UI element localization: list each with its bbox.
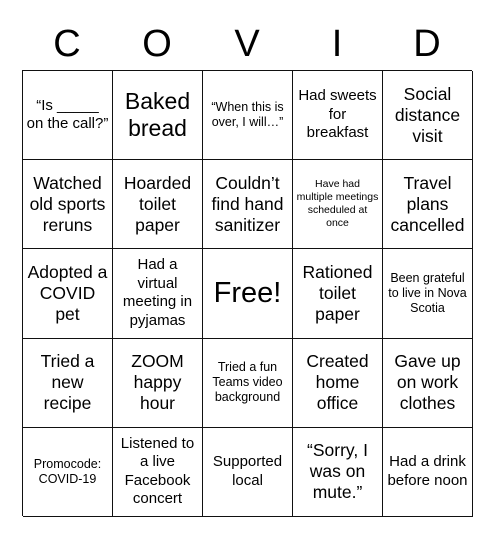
bingo-cell-label: “When this is over, I will…” bbox=[211, 100, 284, 130]
bingo-cell[interactable]: Adopted a COVID pet bbox=[23, 249, 113, 339]
bingo-cell-label: Created home office bbox=[306, 351, 369, 414]
bingo-cell-label: Promocode: COVID-19 bbox=[33, 456, 102, 486]
bingo-cell-label: Gave up on work clothes bbox=[394, 351, 461, 414]
bingo-cell[interactable]: ZOOM happy hour bbox=[113, 338, 203, 428]
bingo-cell-label: Supported local bbox=[212, 453, 283, 489]
bingo-cell-label: Rationed toilet paper bbox=[302, 261, 373, 324]
bingo-cell-label: Couldn’t find hand sanitizer bbox=[211, 172, 284, 235]
bingo-card: C O V I D “Is _____ on the call?” Baked … bbox=[0, 0, 500, 544]
bingo-cell[interactable]: Supported local bbox=[203, 427, 293, 517]
bingo-grid: “Is _____ on the call?” Baked bread “Whe… bbox=[22, 70, 473, 517]
bingo-cell-label: Tried a new recipe bbox=[40, 351, 95, 414]
bingo-cell-label: Have had multiple meetings scheduled at … bbox=[296, 178, 379, 230]
bingo-cell-label: Had a virtual meeting in pyjamas bbox=[122, 256, 193, 329]
bingo-cell[interactable]: Tried a fun Teams video background bbox=[203, 338, 293, 428]
bingo-cell-label: Travel plans cancelled bbox=[390, 172, 465, 235]
bingo-cell[interactable]: “When this is over, I will…” bbox=[203, 71, 293, 161]
bingo-cell[interactable]: Promocode: COVID-19 bbox=[23, 427, 113, 517]
bingo-cell-label: Tried a fun Teams video background bbox=[212, 360, 283, 405]
bingo-cell-label: Social distance visit bbox=[394, 83, 461, 146]
bingo-cell-label: Hoarded toilet paper bbox=[123, 172, 192, 235]
bingo-cell[interactable]: Rationed toilet paper bbox=[293, 249, 383, 339]
bingo-cell-label: Adopted a COVID pet bbox=[27, 261, 108, 324]
bingo-cell-label: Been grateful to live in Nova Scotia bbox=[388, 270, 467, 315]
bingo-cell[interactable]: Listened to a live Facebook concert bbox=[113, 427, 203, 517]
bingo-cell[interactable]: Had a drink before noon bbox=[383, 427, 473, 517]
bingo-cell[interactable]: Created home office bbox=[293, 338, 383, 428]
bingo-cell-label: Baked bread bbox=[124, 88, 191, 142]
bingo-cell-label: Had sweets for breakfast bbox=[298, 87, 377, 142]
bingo-cell-label: ZOOM happy hour bbox=[131, 351, 184, 414]
bingo-cell-label: Listened to a live Facebook concert bbox=[120, 434, 195, 508]
bingo-cell[interactable]: Hoarded toilet paper bbox=[113, 160, 203, 250]
bingo-cell[interactable]: Couldn’t find hand sanitizer bbox=[203, 160, 293, 250]
header-letter-o: O bbox=[142, 23, 172, 65]
bingo-header: C O V I D bbox=[22, 18, 472, 70]
bingo-cell-label: Watched old sports reruns bbox=[29, 172, 106, 235]
bingo-cell[interactable]: Had a virtual meeting in pyjamas bbox=[113, 249, 203, 339]
bingo-cell[interactable]: “Is _____ on the call?” bbox=[23, 71, 113, 161]
header-letter-d: D bbox=[413, 23, 441, 65]
bingo-cell-label: Had a drink before noon bbox=[387, 453, 468, 489]
bingo-cell[interactable]: Tried a new recipe bbox=[23, 338, 113, 428]
bingo-cell[interactable]: Travel plans cancelled bbox=[383, 160, 473, 250]
bingo-cell-label: “Sorry, I was on mute.” bbox=[307, 440, 368, 503]
bingo-cell[interactable]: Social distance visit bbox=[383, 71, 473, 161]
bingo-cell[interactable]: Been grateful to live in Nova Scotia bbox=[383, 249, 473, 339]
header-letter-v: V bbox=[234, 23, 260, 65]
bingo-cell[interactable]: Have had multiple meetings scheduled at … bbox=[293, 160, 383, 250]
bingo-cell[interactable]: Gave up on work clothes bbox=[383, 338, 473, 428]
bingo-cell-label: “Is _____ on the call?” bbox=[26, 96, 109, 133]
header-letter-i: I bbox=[331, 23, 343, 65]
header-letter-c: C bbox=[53, 23, 81, 65]
bingo-cell[interactable]: “Sorry, I was on mute.” bbox=[293, 427, 383, 517]
bingo-cell[interactable]: Had sweets for breakfast bbox=[293, 71, 383, 161]
bingo-cell-label: Free! bbox=[213, 277, 282, 310]
bingo-cell[interactable]: Baked bread bbox=[113, 71, 203, 161]
bingo-cell[interactable]: Watched old sports reruns bbox=[23, 160, 113, 250]
bingo-cell-free[interactable]: Free! bbox=[203, 249, 293, 339]
